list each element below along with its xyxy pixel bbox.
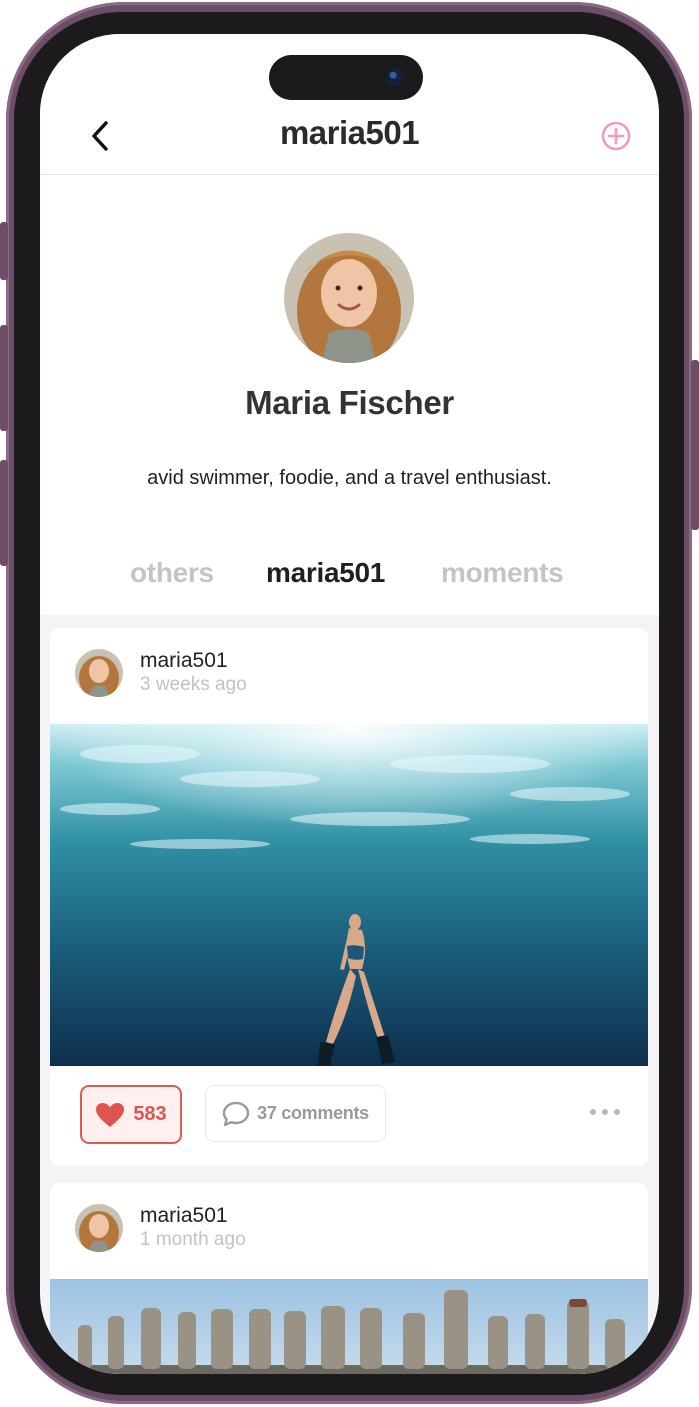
volume-up-button [0,325,8,431]
post-photo-underwater[interactable] [50,724,648,1066]
speech-bubble-icon [222,1101,250,1126]
post-header: maria501 1 month ago [50,1183,648,1279]
comments-button[interactable]: 37 comments [205,1085,386,1142]
power-button [691,360,699,530]
profile-name: Maria Fischer [245,384,454,421]
heart-icon [96,1102,125,1127]
comment-count: 37 comments [257,1103,369,1123]
post-header: maria501 3 weeks ago [50,628,648,724]
profile-tabs: others maria501 moments [40,557,659,607]
app-screen: maria501 Maria Fischer avid swimmer, foo… [40,34,659,1374]
add-button[interactable] [601,121,631,151]
action-button [0,222,8,280]
profile-bio: avid swimmer, foodie, and a travel enthu… [147,467,552,489]
like-button[interactable]: 583 [80,1085,182,1144]
profile-section: Maria Fischer avid swimmer, foodie, and … [40,175,659,615]
post-actions: 583 37 comments [50,1066,648,1166]
profile-avatar[interactable] [284,233,414,363]
post-timestamp: 3 weeks ago [140,674,247,695]
page-title: maria501 [279,114,420,151]
tab-others[interactable]: others [130,557,214,589]
post-username[interactable]: maria501 [140,649,228,673]
like-count: 583 [133,1103,167,1125]
post-avatar[interactable] [75,649,123,697]
front-camera-icon [386,68,404,86]
tab-maria501[interactable]: maria501 [266,557,385,589]
plus-circle-icon [601,121,631,151]
volume-down-button [0,460,8,566]
tab-moments[interactable]: moments [441,557,564,589]
post-card: maria501 1 month ago [50,1183,648,1374]
more-dots-icon [590,1109,596,1115]
post-timestamp: 1 month ago [140,1229,246,1250]
post-photo-moai-statues[interactable] [50,1279,648,1374]
more-options-button[interactable] [590,1102,620,1122]
post-avatar[interactable] [75,1204,123,1252]
post-username[interactable]: maria501 [140,1204,228,1228]
dynamic-island [269,55,423,100]
post-card: maria501 3 weeks ago 583 37 comments [50,628,648,1166]
